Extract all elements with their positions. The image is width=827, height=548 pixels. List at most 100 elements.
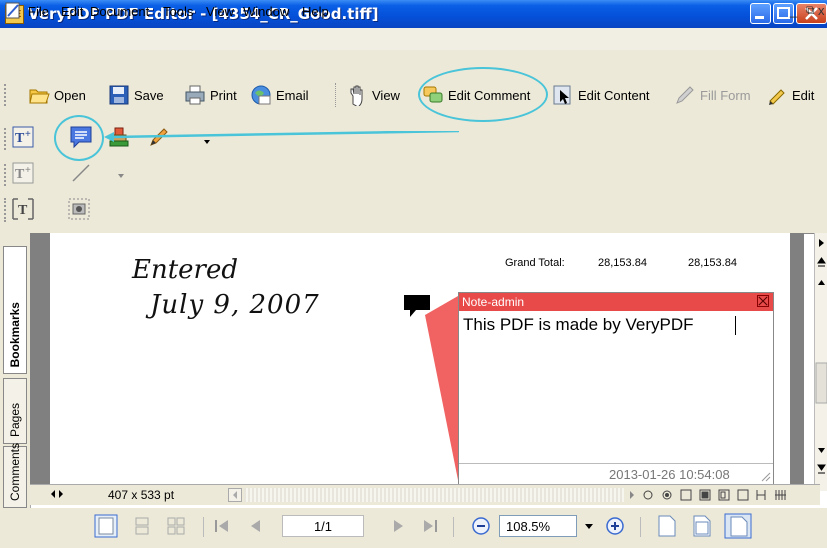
cursor-select-icon: [553, 85, 571, 105]
first-page-button[interactable]: [210, 514, 234, 538]
pen-icon: [676, 86, 694, 104]
tab-comments[interactable]: Comments: [3, 443, 27, 508]
previous-page-icon: [251, 520, 260, 532]
mdi-restore-button[interactable]: ⧉: [806, 3, 815, 18]
printer-icon: [185, 85, 205, 105]
page-size: 407 x 533 pt: [108, 488, 175, 502]
svg-text:T: T: [18, 203, 28, 218]
zoom-out-icon: [472, 517, 490, 535]
edit-button[interactable]: Edit: [766, 82, 814, 108]
continuous-page-button[interactable]: [130, 514, 154, 538]
edit-content-button[interactable]: Edit Content: [552, 82, 650, 108]
page-number-field[interactable]: 1/1: [282, 515, 364, 537]
menu-view[interactable]: View: [206, 4, 234, 19]
handwritten-date: July 9, 2007: [150, 290, 320, 320]
menu-edit[interactable]: Edit: [61, 4, 83, 19]
tab-bookmarks[interactable]: Bookmarks: [3, 246, 27, 374]
toolbar-grip: [4, 198, 10, 222]
mdi-minimize-button[interactable]: _: [790, 3, 797, 18]
separator: [203, 517, 204, 537]
menu-help[interactable]: Help: [302, 4, 329, 19]
svg-text:+: +: [25, 129, 31, 140]
facing-pages-button[interactable]: [164, 514, 188, 538]
text-caret: [735, 316, 736, 335]
minimize-icon: [755, 16, 764, 19]
menu-tools[interactable]: Tools: [163, 4, 193, 19]
single-page-button[interactable]: [94, 514, 118, 538]
last-page-button[interactable]: [418, 514, 442, 538]
note-title: Note-admin: [462, 295, 525, 309]
menu-document[interactable]: Document: [90, 4, 149, 19]
grand-total-value: 28,153.84: [598, 257, 647, 269]
svg-text:T: T: [15, 131, 25, 146]
handwritten-entered: Entered: [132, 255, 239, 285]
print-button[interactable]: Print: [184, 82, 237, 108]
pencil-hand-icon: [769, 89, 785, 105]
folder-open-icon: [29, 89, 50, 104]
fit-page-button[interactable]: [690, 514, 714, 538]
note-body-text[interactable]: This PDF is made by VeryPDF: [463, 315, 694, 335]
chevron-down-icon[interactable]: [116, 172, 126, 180]
scroll-left-icon[interactable]: [228, 488, 242, 502]
zoom-in-icon: [606, 517, 624, 535]
sticky-note-tool-icon[interactable]: [68, 124, 94, 150]
hand-icon: [350, 85, 363, 106]
note-popup[interactable]: Note-admin This PDF is made by VeryPDF 2…: [458, 292, 774, 484]
grand-total-label: Grand Total:: [505, 257, 565, 269]
first-page-icon: [215, 520, 228, 532]
next-page-button[interactable]: [386, 514, 410, 538]
note-footer: 2013-01-26 10:54:08: [459, 463, 773, 484]
vertical-scrollbar[interactable]: [814, 233, 827, 491]
svg-text:+: +: [25, 165, 31, 176]
text-box-tool-icon[interactable]: T +: [12, 126, 34, 148]
toolbar-grip: [4, 84, 10, 106]
right-gutter: [790, 233, 804, 491]
toolbar-grip: [4, 164, 10, 186]
horizontal-scroll-track[interactable]: [244, 488, 624, 502]
fit-width-button[interactable]: [724, 513, 752, 539]
next-page-icon: [394, 520, 403, 532]
annotation-arrow: [104, 131, 460, 142]
tab-pages[interactable]: Pages: [3, 378, 27, 444]
continuous-page-icon: [135, 517, 149, 535]
menu-window[interactable]: Window: [243, 4, 289, 19]
document-pen-icon: [5, 2, 20, 19]
actual-size-icon: [658, 515, 676, 537]
globe-email-icon: [251, 85, 271, 105]
email-button[interactable]: Email: [250, 82, 309, 108]
floppy-disk-icon: [109, 85, 129, 105]
toolbar-grip: [4, 128, 10, 150]
fit-page-icon: [693, 515, 711, 537]
minimize-button[interactable]: [750, 3, 771, 24]
actual-size-button[interactable]: [655, 514, 679, 538]
previous-page-button[interactable]: [244, 514, 268, 538]
comment-toolbar-row-3: [0, 194, 240, 228]
open-button[interactable]: Open: [28, 82, 86, 108]
snapshot-tool-icon[interactable]: [68, 198, 90, 220]
view-button[interactable]: View: [346, 82, 400, 108]
page-layout-icons[interactable]: [626, 487, 816, 503]
note-annotation-icon[interactable]: [402, 293, 432, 319]
split-arrows-icon[interactable]: [50, 488, 64, 500]
menu-bar: [0, 28, 827, 50]
fill-form-button[interactable]: Fill Form: [674, 82, 751, 108]
grand-total-value: 28,153.84: [688, 257, 737, 269]
zoom-in-button[interactable]: [603, 514, 627, 538]
note-date: 2013-01-26 10:54:08: [609, 467, 730, 482]
single-page-icon: [94, 514, 118, 538]
fit-width-icon: [724, 513, 752, 539]
separator: [453, 517, 454, 537]
mdi-close-button[interactable]: x: [818, 3, 825, 18]
text-select-tool-icon[interactable]: T: [12, 198, 34, 220]
svg-text:T: T: [15, 167, 25, 182]
edit-comment-highlight-ellipse: [418, 67, 548, 122]
save-button[interactable]: Save: [108, 82, 164, 108]
zoom-out-button[interactable]: [469, 514, 493, 538]
close-icon[interactable]: [757, 295, 769, 307]
menu-file[interactable]: File: [28, 4, 49, 19]
resize-grip-icon[interactable]: [759, 470, 771, 482]
chevron-down-icon[interactable]: [580, 515, 598, 537]
text-tool-icon[interactable]: T +: [12, 162, 34, 184]
zoom-field[interactable]: 108.5%: [499, 515, 577, 537]
line-tool-icon[interactable]: [70, 162, 92, 184]
